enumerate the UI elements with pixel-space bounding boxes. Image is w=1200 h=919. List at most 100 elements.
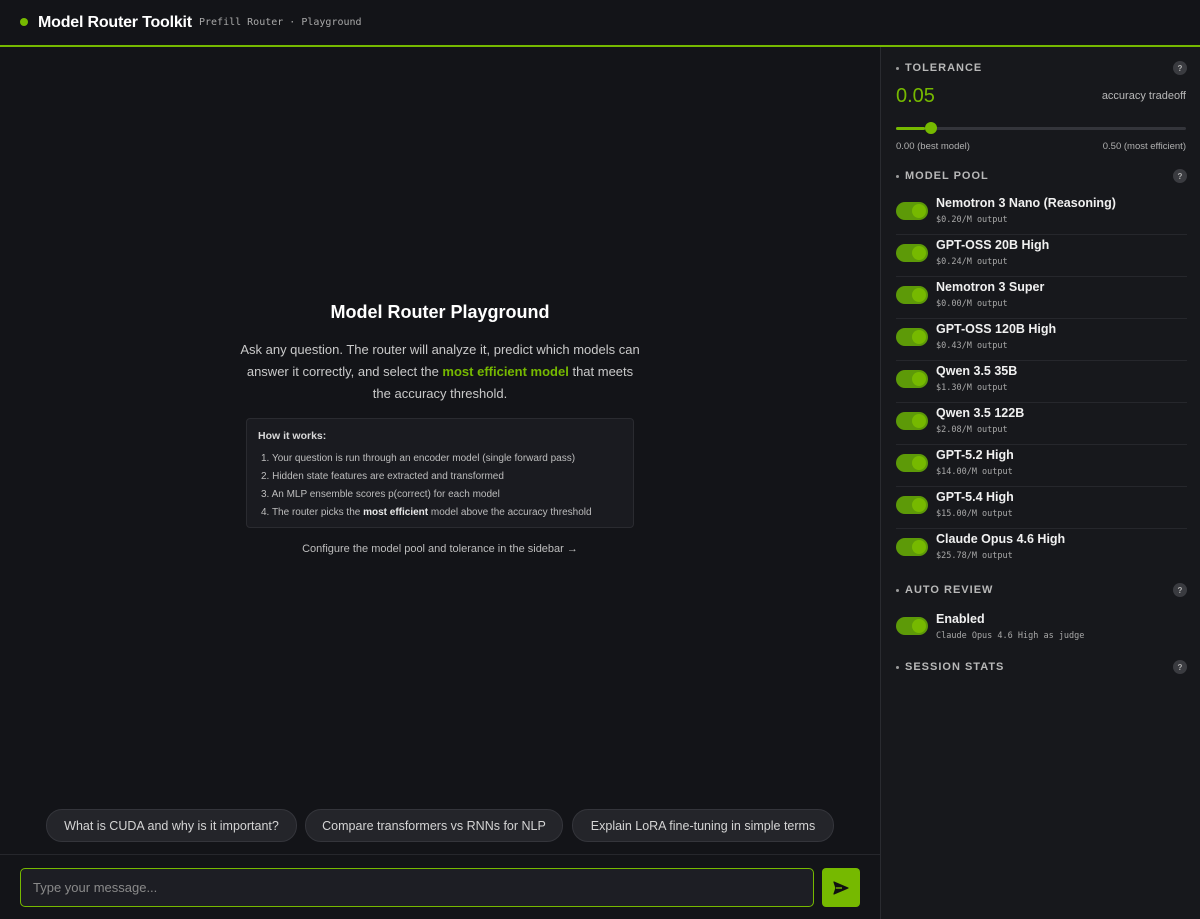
suggestion-chip[interactable]: Compare transformers vs RNNs for NLP xyxy=(305,809,563,842)
tolerance-slider[interactable] xyxy=(896,122,1186,134)
tolerance-slider-thumb[interactable] xyxy=(925,122,937,134)
auto-review-description: Claude Opus 4.6 High as judge xyxy=(936,631,1085,641)
how-step: 4. The router picks the most efficient m… xyxy=(261,504,622,522)
tolerance-slider-fill xyxy=(896,127,925,130)
model-item: Claude Opus 4.6 High $25.78/M output xyxy=(896,529,1187,571)
toggle-knob xyxy=(912,498,926,512)
model-toggle[interactable] xyxy=(896,496,928,514)
help-icon[interactable]: ? xyxy=(1173,61,1187,75)
model-item: GPT-OSS 120B High $0.43/M output xyxy=(896,319,1187,361)
model-price: $0.43/M output xyxy=(936,341,1008,351)
message-input[interactable] xyxy=(20,868,814,907)
suggestion-chip[interactable]: Explain LoRA fine-tuning in simple terms xyxy=(572,809,834,842)
slider-max-label: 0.50 (most efficient) xyxy=(1102,141,1186,152)
model-toggle[interactable] xyxy=(896,454,928,472)
welcome-panel: Model Router Playground Ask any question… xyxy=(230,302,650,405)
section-bullet-icon xyxy=(896,174,899,178)
section-title: MODEL POOL xyxy=(905,170,989,182)
model-item: Qwen 3.5 35B $1.30/M output xyxy=(896,361,1187,403)
model-price: $14.00/M output xyxy=(936,467,1013,477)
how-step-text: model above the accuracy threshold xyxy=(428,507,592,518)
model-name: Qwen 3.5 35B xyxy=(936,364,1018,378)
model-price: $25.78/M output xyxy=(936,551,1013,561)
suggestion-chips: What is CUDA and why is it important? Co… xyxy=(0,809,880,842)
auto-review-section-header: AUTO REVIEW ? xyxy=(896,583,1187,597)
model-toggle[interactable] xyxy=(896,286,928,304)
model-item: Nemotron 3 Super $0.00/M output xyxy=(896,277,1187,319)
slider-min-label: 0.00 (best model) xyxy=(896,141,970,152)
how-step: 1. Your question is run through an encod… xyxy=(261,453,576,464)
model-toggle[interactable] xyxy=(896,202,928,220)
how-step: 2. Hidden state features are extracted a… xyxy=(261,471,504,482)
auto-review-toggle[interactable] xyxy=(896,617,928,635)
section-title: AUTO REVIEW xyxy=(905,584,994,596)
send-arrow-icon xyxy=(833,880,849,895)
how-step-bold: most efficient xyxy=(363,507,429,518)
model-price: $0.20/M output xyxy=(936,215,1008,225)
welcome-title: Model Router Playground xyxy=(330,302,550,322)
toggle-knob xyxy=(912,330,926,344)
section-bullet-icon xyxy=(896,588,899,592)
welcome-highlight: most efficient model xyxy=(442,364,569,379)
toggle-knob xyxy=(912,288,926,302)
section-title: TOLERANCE xyxy=(905,62,983,74)
chat-main: Model Router Playground Ask any question… xyxy=(0,47,880,919)
app-subtitle: Prefill Router · Playground xyxy=(199,17,362,28)
model-pool-list: Nemotron 3 Nano (Reasoning) $0.20/M outp… xyxy=(896,193,1187,571)
model-name: GPT-5.4 High xyxy=(936,490,1014,504)
model-name: Qwen 3.5 122B xyxy=(936,406,1025,420)
tolerance-value: 0.05 xyxy=(896,85,935,107)
model-toggle[interactable] xyxy=(896,538,928,556)
tolerance-caption: accuracy tradeoff xyxy=(1101,90,1186,102)
message-composer xyxy=(0,854,880,919)
config-hint: Configure the model pool and tolerance i… xyxy=(302,543,578,555)
how-it-works-box: How it works: 1. Your question is run th… xyxy=(246,418,634,528)
suggestion-chip[interactable]: What is CUDA and why is it important? xyxy=(46,809,297,842)
model-name: GPT-OSS 120B High xyxy=(936,322,1057,336)
app-title: Model Router Toolkit xyxy=(38,14,192,31)
how-step-text: 4. The router picks the xyxy=(261,507,364,518)
model-item: GPT-5.2 High $14.00/M output xyxy=(896,445,1187,487)
how-step: 3. An MLP ensemble scores p(correct) for… xyxy=(261,489,500,500)
model-item: GPT-OSS 20B High $0.24/M output xyxy=(896,235,1187,277)
how-it-works-list: 1. Your question is run through an encod… xyxy=(258,450,622,522)
tolerance-section-header: TOLERANCE ? xyxy=(896,61,1187,75)
help-icon[interactable]: ? xyxy=(1173,660,1187,674)
help-icon[interactable]: ? xyxy=(1173,169,1187,183)
auto-review-label: Enabled xyxy=(936,612,985,626)
model-name: GPT-5.2 High xyxy=(936,448,1014,462)
welcome-description: Ask any question. The router will analyz… xyxy=(240,339,640,405)
toggle-knob xyxy=(912,246,926,260)
model-price: $15.00/M output xyxy=(936,509,1013,519)
auto-review-item: Enabled Claude Opus 4.6 High as judge xyxy=(896,611,1187,651)
section-bullet-icon xyxy=(896,665,899,669)
toggle-knob xyxy=(912,372,926,386)
model-toggle[interactable] xyxy=(896,370,928,388)
model-name: Claude Opus 4.6 High xyxy=(936,532,1066,546)
model-item: Nemotron 3 Nano (Reasoning) $0.20/M outp… xyxy=(896,193,1187,235)
model-price: $0.24/M output xyxy=(936,257,1008,267)
help-icon[interactable]: ? xyxy=(1173,583,1187,597)
send-button[interactable] xyxy=(822,868,860,907)
model-pool-section-header: MODEL POOL ? xyxy=(896,169,1187,183)
settings-sidebar: TOLERANCE ? 0.05 accuracy tradeoff 0.00 … xyxy=(880,47,1200,919)
section-title: SESSION STATS xyxy=(905,661,1005,673)
model-item: Qwen 3.5 122B $2.08/M output xyxy=(896,403,1187,445)
model-price: $0.00/M output xyxy=(936,299,1008,309)
model-toggle[interactable] xyxy=(896,412,928,430)
model-item: GPT-5.4 High $15.00/M output xyxy=(896,487,1187,529)
model-name: GPT-OSS 20B High xyxy=(936,238,1050,252)
how-it-works-title: How it works: xyxy=(258,430,327,442)
status-dot-icon xyxy=(20,18,28,26)
toggle-knob xyxy=(912,414,926,428)
section-bullet-icon xyxy=(896,66,899,70)
model-name: Nemotron 3 Nano (Reasoning) xyxy=(936,196,1116,210)
model-toggle[interactable] xyxy=(896,328,928,346)
app-header: Model Router Toolkit Prefill Router · Pl… xyxy=(0,0,1200,47)
toggle-knob xyxy=(912,456,926,470)
toggle-knob xyxy=(912,204,926,218)
model-price: $2.08/M output xyxy=(936,425,1008,435)
model-name: Nemotron 3 Super xyxy=(936,280,1045,294)
session-stats-section-header[interactable]: SESSION STATS ? xyxy=(896,660,1187,674)
model-toggle[interactable] xyxy=(896,244,928,262)
